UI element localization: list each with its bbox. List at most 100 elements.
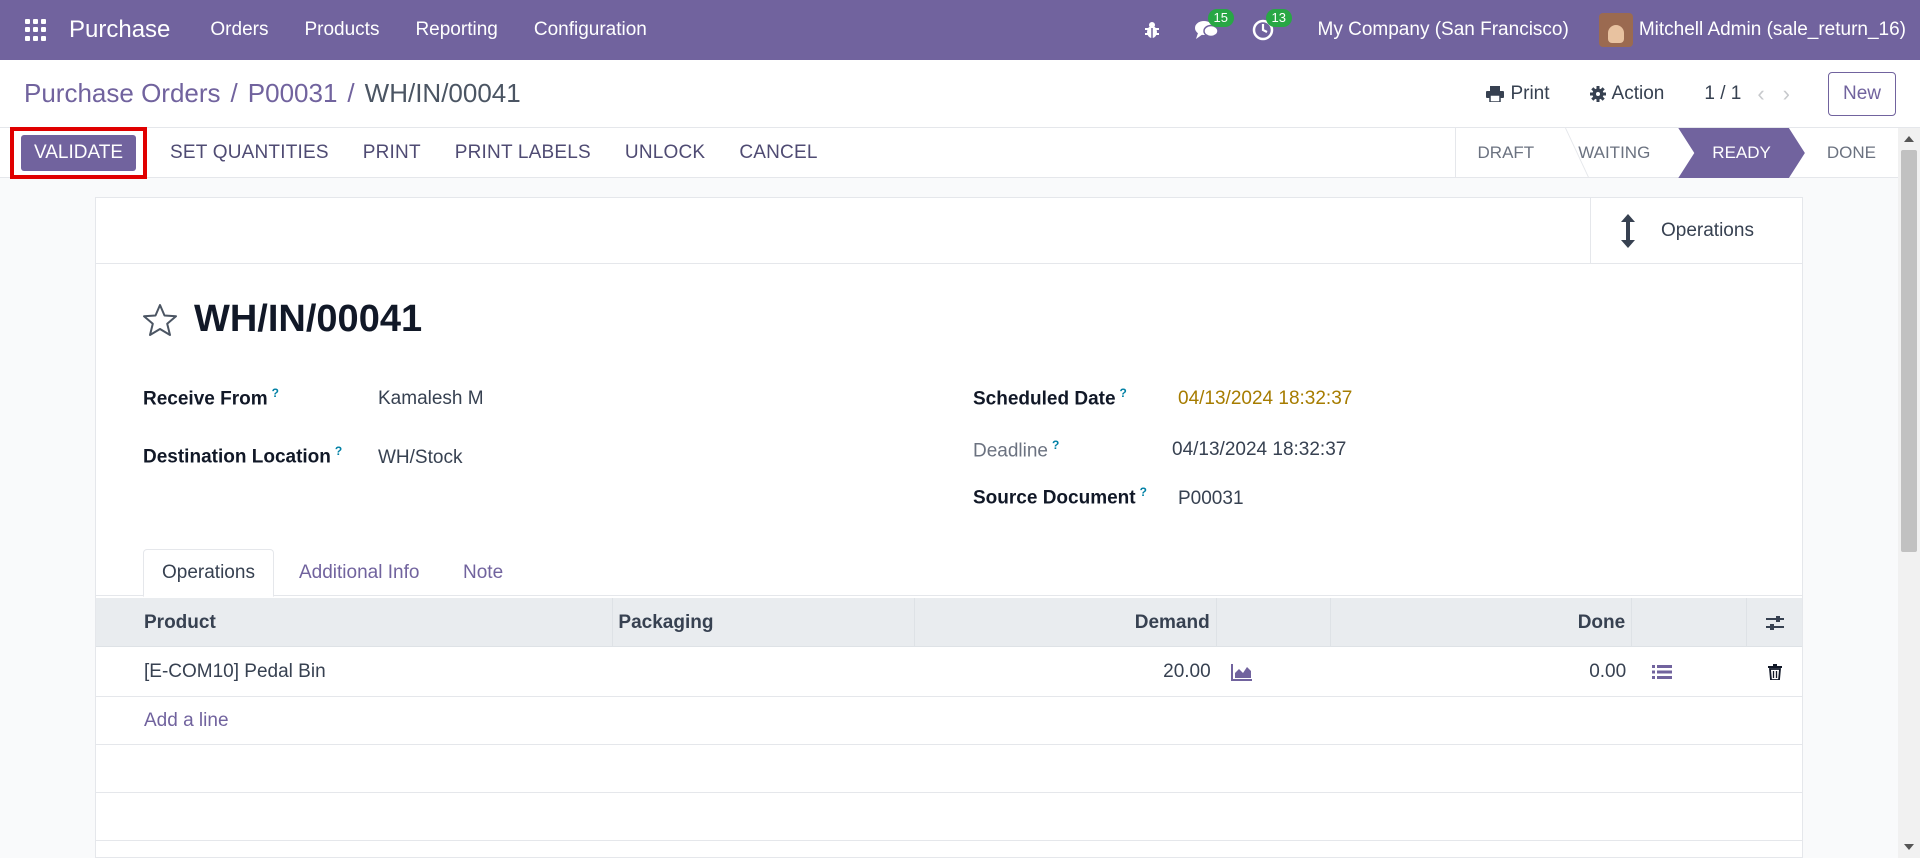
scheduled-date-field[interactable]: 04/13/2024 18:32:37: [1178, 388, 1352, 410]
help-tooltip-icon[interactable]: ?: [1120, 386, 1127, 400]
tab-operations[interactable]: Operations: [143, 549, 274, 597]
menu-configuration[interactable]: Configuration: [516, 19, 665, 41]
unlock-button[interactable]: UNLOCK: [608, 142, 722, 164]
scrollbar-thumb[interactable]: [1901, 150, 1917, 552]
breadcrumb-purchase-order[interactable]: P00031: [248, 78, 338, 109]
messages-count-badge: 15: [1207, 9, 1234, 27]
destination-location-field[interactable]: WH/Stock: [378, 447, 462, 469]
forecast-report-icon[interactable]: [1217, 647, 1331, 697]
form-sheet: Operations WH/IN/00041 Receive From? Kam…: [95, 197, 1803, 858]
table-row[interactable]: [E-COM10] Pedal Bin 20.00 0.00: [96, 647, 1802, 697]
scroll-down-icon[interactable]: [1904, 844, 1914, 850]
record-title-row: WH/IN/00041: [142, 298, 422, 341]
messages-chat-icon[interactable]: 15: [1194, 9, 1234, 41]
breadcrumb-separator: /: [230, 78, 238, 108]
row-product-cell[interactable]: [E-COM10] Pedal Bin: [96, 647, 613, 697]
breadcrumb-purchase-orders[interactable]: Purchase Orders: [24, 78, 221, 109]
receive-from-field[interactable]: Kamalesh M: [378, 388, 484, 410]
validate-button[interactable]: VALIDATE: [21, 135, 137, 171]
empty-table-row: [96, 745, 1802, 793]
destination-location-label: Destination Location?: [143, 444, 343, 468]
app-name[interactable]: Purchase: [69, 16, 170, 44]
delete-row-trash-icon[interactable]: [1747, 647, 1802, 697]
smart-button-box: Operations: [96, 198, 1802, 264]
help-tooltip-icon[interactable]: ?: [1052, 438, 1059, 452]
breadcrumb: Purchase Orders / P00031 / WH/IN/00041: [24, 78, 521, 109]
activities-clock-icon[interactable]: 13: [1252, 9, 1292, 41]
breadcrumb-separator: /: [347, 78, 355, 108]
print-label: Print: [1510, 83, 1550, 104]
column-done[interactable]: Done: [1331, 598, 1633, 647]
column-detail-spacer: [1632, 598, 1748, 647]
sliders-icon: [1765, 615, 1784, 630]
form-statusbar: VALIDATE SET QUANTITIES PRINT PRINT LABE…: [0, 127, 1898, 179]
row-demand-cell[interactable]: 20.00: [915, 647, 1217, 697]
empty-table-row: [96, 793, 1802, 841]
help-tooltip-icon[interactable]: ?: [272, 386, 279, 400]
pager-previous-icon[interactable]: ‹: [1757, 81, 1764, 107]
source-document-label: Source Document?: [973, 485, 1147, 509]
operations-smart-button[interactable]: Operations: [1590, 198, 1802, 263]
stage-ready: READY: [1678, 128, 1805, 178]
operations-smart-label: Operations: [1661, 219, 1754, 241]
main-menu: Orders Products Reporting Configuration: [192, 19, 664, 41]
statusbar-actions: VALIDATE SET QUANTITIES PRINT PRINT LABE…: [10, 127, 835, 179]
stage-pipeline: DRAFT WAITING READY DONE: [1454, 128, 1898, 178]
stage-done: DONE: [1826, 143, 1876, 162]
company-switcher[interactable]: My Company (San Francisco): [1318, 19, 1569, 41]
menu-reporting[interactable]: Reporting: [397, 19, 515, 41]
source-document-field[interactable]: P00031: [1178, 488, 1244, 510]
top-navbar: Purchase Orders Products Reporting Confi…: [0, 0, 1920, 60]
vertical-arrows-icon: [1621, 213, 1635, 248]
scroll-up-icon[interactable]: [1904, 136, 1914, 142]
user-menu[interactable]: Mitchell Admin (sale_return_16): [1639, 19, 1906, 41]
gear-icon: [1589, 86, 1606, 102]
scheduled-date-label: Scheduled Date?: [973, 386, 1127, 410]
menu-orders[interactable]: Orders: [192, 19, 286, 41]
tab-note[interactable]: Note: [445, 549, 521, 597]
print-button[interactable]: PRINT: [346, 142, 438, 164]
control-panel-right: Print Action 1 / 1 ‹ › New: [1486, 72, 1896, 116]
print-labels-button[interactable]: PRINT LABELS: [438, 142, 608, 164]
add-line-link[interactable]: Add a line: [96, 710, 229, 732]
deadline-field[interactable]: 04/13/2024 18:32:37: [1172, 439, 1346, 461]
pager-value[interactable]: 1 / 1: [1704, 83, 1741, 105]
pager-next-icon[interactable]: ›: [1783, 81, 1790, 107]
printer-icon: [1486, 86, 1505, 102]
receive-from-label: Receive From?: [143, 386, 279, 410]
user-avatar[interactable]: [1598, 13, 1633, 47]
stage-waiting: WAITING: [1578, 143, 1651, 162]
stage-draft: DRAFT: [1456, 128, 1557, 178]
row-packaging-cell[interactable]: [613, 647, 915, 697]
validate-highlight-box: VALIDATE: [10, 127, 148, 179]
control-panel: Purchase Orders / P00031 / WH/IN/00041 P…: [0, 60, 1920, 128]
detailed-operations-list-icon[interactable]: [1632, 647, 1747, 697]
navbar-systray: 15 13 My Company (San Francisco) Mitchel…: [1142, 0, 1920, 60]
column-demand[interactable]: Demand: [915, 598, 1217, 647]
operations-table: Product Packaging Demand Done [E-COM10] …: [96, 598, 1802, 841]
new-record-button[interactable]: New: [1827, 72, 1896, 116]
help-tooltip-icon[interactable]: ?: [335, 444, 342, 458]
column-product[interactable]: Product: [96, 598, 614, 647]
tab-additional-info[interactable]: Additional Info: [281, 549, 437, 597]
set-quantities-button[interactable]: SET QUANTITIES: [153, 142, 346, 164]
breadcrumb-current: WH/IN/00041: [364, 78, 521, 108]
debug-bug-icon[interactable]: [1142, 20, 1162, 40]
row-done-cell[interactable]: 0.00: [1331, 647, 1633, 697]
table-header: Product Packaging Demand Done: [96, 598, 1802, 647]
help-tooltip-icon[interactable]: ?: [1140, 485, 1147, 499]
record-title: WH/IN/00041: [194, 298, 423, 340]
optional-columns-toggle[interactable]: [1747, 598, 1802, 647]
cancel-button[interactable]: CANCEL: [722, 142, 834, 164]
column-forecast-spacer: [1217, 598, 1331, 647]
print-dropdown-button[interactable]: Print: [1486, 83, 1550, 105]
column-packaging[interactable]: Packaging: [613, 598, 916, 647]
menu-products[interactable]: Products: [286, 19, 397, 41]
add-line-row: Add a line: [96, 697, 1802, 745]
activities-count-badge: 13: [1265, 9, 1292, 27]
star-favorite-icon[interactable]: [142, 303, 178, 337]
deadline-label: Deadline?: [973, 438, 1060, 462]
action-dropdown-button[interactable]: Action: [1589, 83, 1664, 105]
apps-menu-icon[interactable]: [25, 19, 47, 41]
page-scrollbar[interactable]: [1898, 128, 1920, 858]
